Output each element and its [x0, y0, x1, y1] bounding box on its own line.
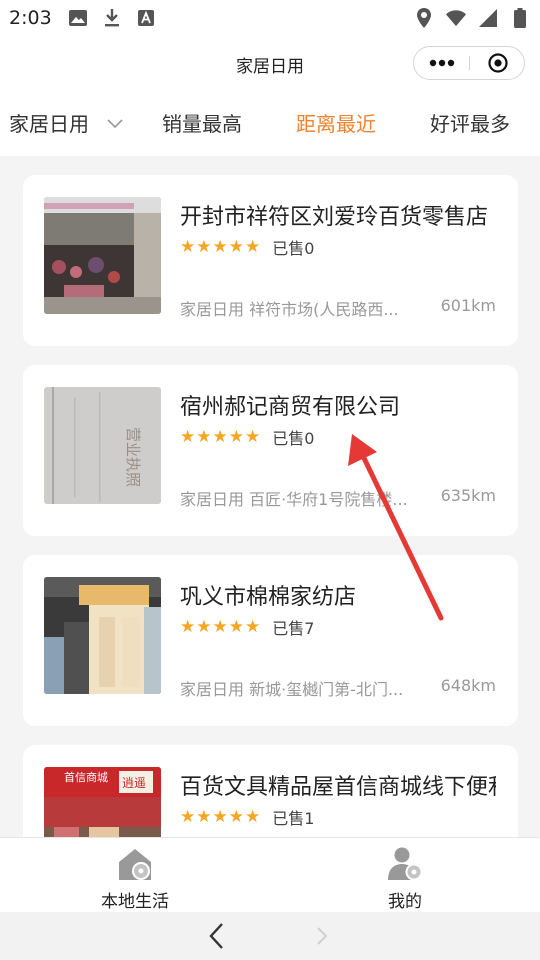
star-icon: ★ [228, 237, 244, 257]
star-icon: ★ [196, 807, 212, 827]
shop-card[interactable]: 营业执照 宿州郝记商贸有限公司 ★ ★ ★ ★ ★ 已售0 家居日用 百匠·华府1号院售… [23, 365, 518, 536]
category-address: 家居日用 祥符市场(人民路西... [180, 300, 399, 319]
download-icon [102, 8, 122, 28]
star-rating: ★ ★ ★ ★ ★ [180, 618, 260, 636]
star-rating: ★ ★ ★ ★ ★ [180, 238, 260, 256]
svg-text:逍遥: 逍遥 [122, 776, 146, 790]
battery-icon [510, 8, 530, 28]
user-icon [385, 846, 425, 882]
meta-row: 家居日用 祥符市场(人民路西... 601km [180, 296, 496, 320]
distance: 601km [440, 296, 496, 315]
title-bar: 家居日用 [0, 38, 540, 90]
distance: 635km [440, 486, 496, 505]
svg-text:营业执照: 营业执照 [124, 427, 142, 487]
star-icon: ★ [180, 617, 196, 637]
category-address: 家居日用 新城·玺樾门第-北门... [180, 680, 404, 699]
image-icon [68, 8, 88, 28]
tab-category[interactable]: 家居日用 [9, 108, 89, 137]
tab-sales[interactable]: 销量最高 [162, 108, 242, 137]
star-icon: ★ [245, 807, 261, 827]
star-icon: ★ [228, 617, 244, 637]
target-icon [487, 53, 508, 73]
sold-count: 已售1 [272, 809, 315, 828]
star-icon: ★ [212, 807, 228, 827]
star-icon: ★ [212, 617, 228, 637]
star-icon: ★ [245, 617, 261, 637]
meta-row: 家居日用 百匠·华府1号院售楼... 635km [180, 486, 496, 510]
rating-row: ★ ★ ★ ★ ★ 已售7 [180, 617, 315, 638]
shop-card[interactable]: 开封市祥符区刘爱玲百货零售店 ★ ★ ★ ★ ★ 已售0 家居日用 祥符市场(人民路西.… [23, 175, 518, 346]
star-rating: ★ ★ ★ ★ ★ [180, 428, 260, 446]
star-icon: ★ [180, 427, 196, 447]
star-icon: ★ [196, 237, 212, 257]
shop-thumbnail: 营业执照 [44, 387, 161, 504]
nav-mine[interactable]: 我的 [335, 846, 475, 912]
star-icon: ★ [180, 237, 196, 257]
status-bar: 2:03 [0, 0, 540, 38]
star-icon: ★ [196, 427, 212, 447]
home-icon [115, 846, 155, 882]
nav-label: 我的 [388, 892, 422, 912]
close-button[interactable] [470, 47, 525, 79]
star-icon: ★ [212, 427, 228, 447]
rating-row: ★ ★ ★ ★ ★ 已售1 [180, 807, 315, 828]
shop-thumbnail [44, 577, 161, 694]
distance: 648km [440, 676, 496, 695]
mini-program-capsule [413, 46, 525, 80]
tab-distance[interactable]: 距离最近 [296, 108, 376, 137]
shop-card[interactable]: 巩义市棉棉家纺店 ★ ★ ★ ★ ★ 已售7 家居日用 新城·玺樾门第-北门... 64… [23, 555, 518, 726]
star-icon: ★ [196, 617, 212, 637]
font-icon [136, 8, 156, 28]
location-icon [414, 8, 434, 28]
system-nav [0, 912, 540, 960]
rating-row: ★ ★ ★ ★ ★ 已售0 [180, 237, 315, 258]
star-icon: ★ [245, 237, 261, 257]
forward-arrow-icon [308, 920, 338, 952]
sort-tabs: 家居日用 销量最高 距离最近 好评最多 [0, 90, 540, 156]
shop-name: 开封市祥符区刘爱玲百货零售店 [180, 205, 489, 230]
sold-count: 已售0 [272, 429, 315, 448]
more-button[interactable] [414, 47, 469, 79]
wifi-icon [446, 8, 466, 28]
svg-text:首信商城: 首信商城 [64, 770, 108, 784]
bottom-nav: 本地生活 我的 [0, 837, 540, 913]
star-icon: ★ [212, 237, 228, 257]
tab-rating[interactable]: 好评最多 [430, 108, 510, 137]
sold-count: 已售0 [272, 239, 315, 258]
sold-count: 已售7 [272, 619, 315, 638]
nav-label: 本地生活 [101, 892, 169, 912]
star-rating: ★ ★ ★ ★ ★ [180, 808, 260, 826]
meta-row: 家居日用 新城·玺樾门第-北门... 648km [180, 676, 496, 700]
back-arrow-icon[interactable] [202, 920, 232, 952]
star-icon: ★ [245, 427, 261, 447]
chevron-down-icon[interactable] [107, 114, 123, 133]
category-address: 家居日用 百匠·华府1号院售楼... [180, 490, 408, 509]
signal-icon [478, 8, 498, 28]
more-dots-icon [429, 59, 454, 67]
shop-name: 巩义市棉棉家纺店 [180, 585, 357, 610]
star-icon: ★ [228, 807, 244, 827]
status-time: 2:03 [9, 7, 52, 29]
shop-name: 百货文具精品屋首信商城线下便利店 [180, 775, 496, 800]
star-icon: ★ [180, 807, 196, 827]
nav-local-life[interactable]: 本地生活 [65, 846, 205, 912]
star-icon: ★ [228, 427, 244, 447]
rating-row: ★ ★ ★ ★ ★ 已售0 [180, 427, 315, 448]
shop-thumbnail [44, 197, 161, 314]
shop-name: 宿州郝记商贸有限公司 [180, 395, 401, 420]
